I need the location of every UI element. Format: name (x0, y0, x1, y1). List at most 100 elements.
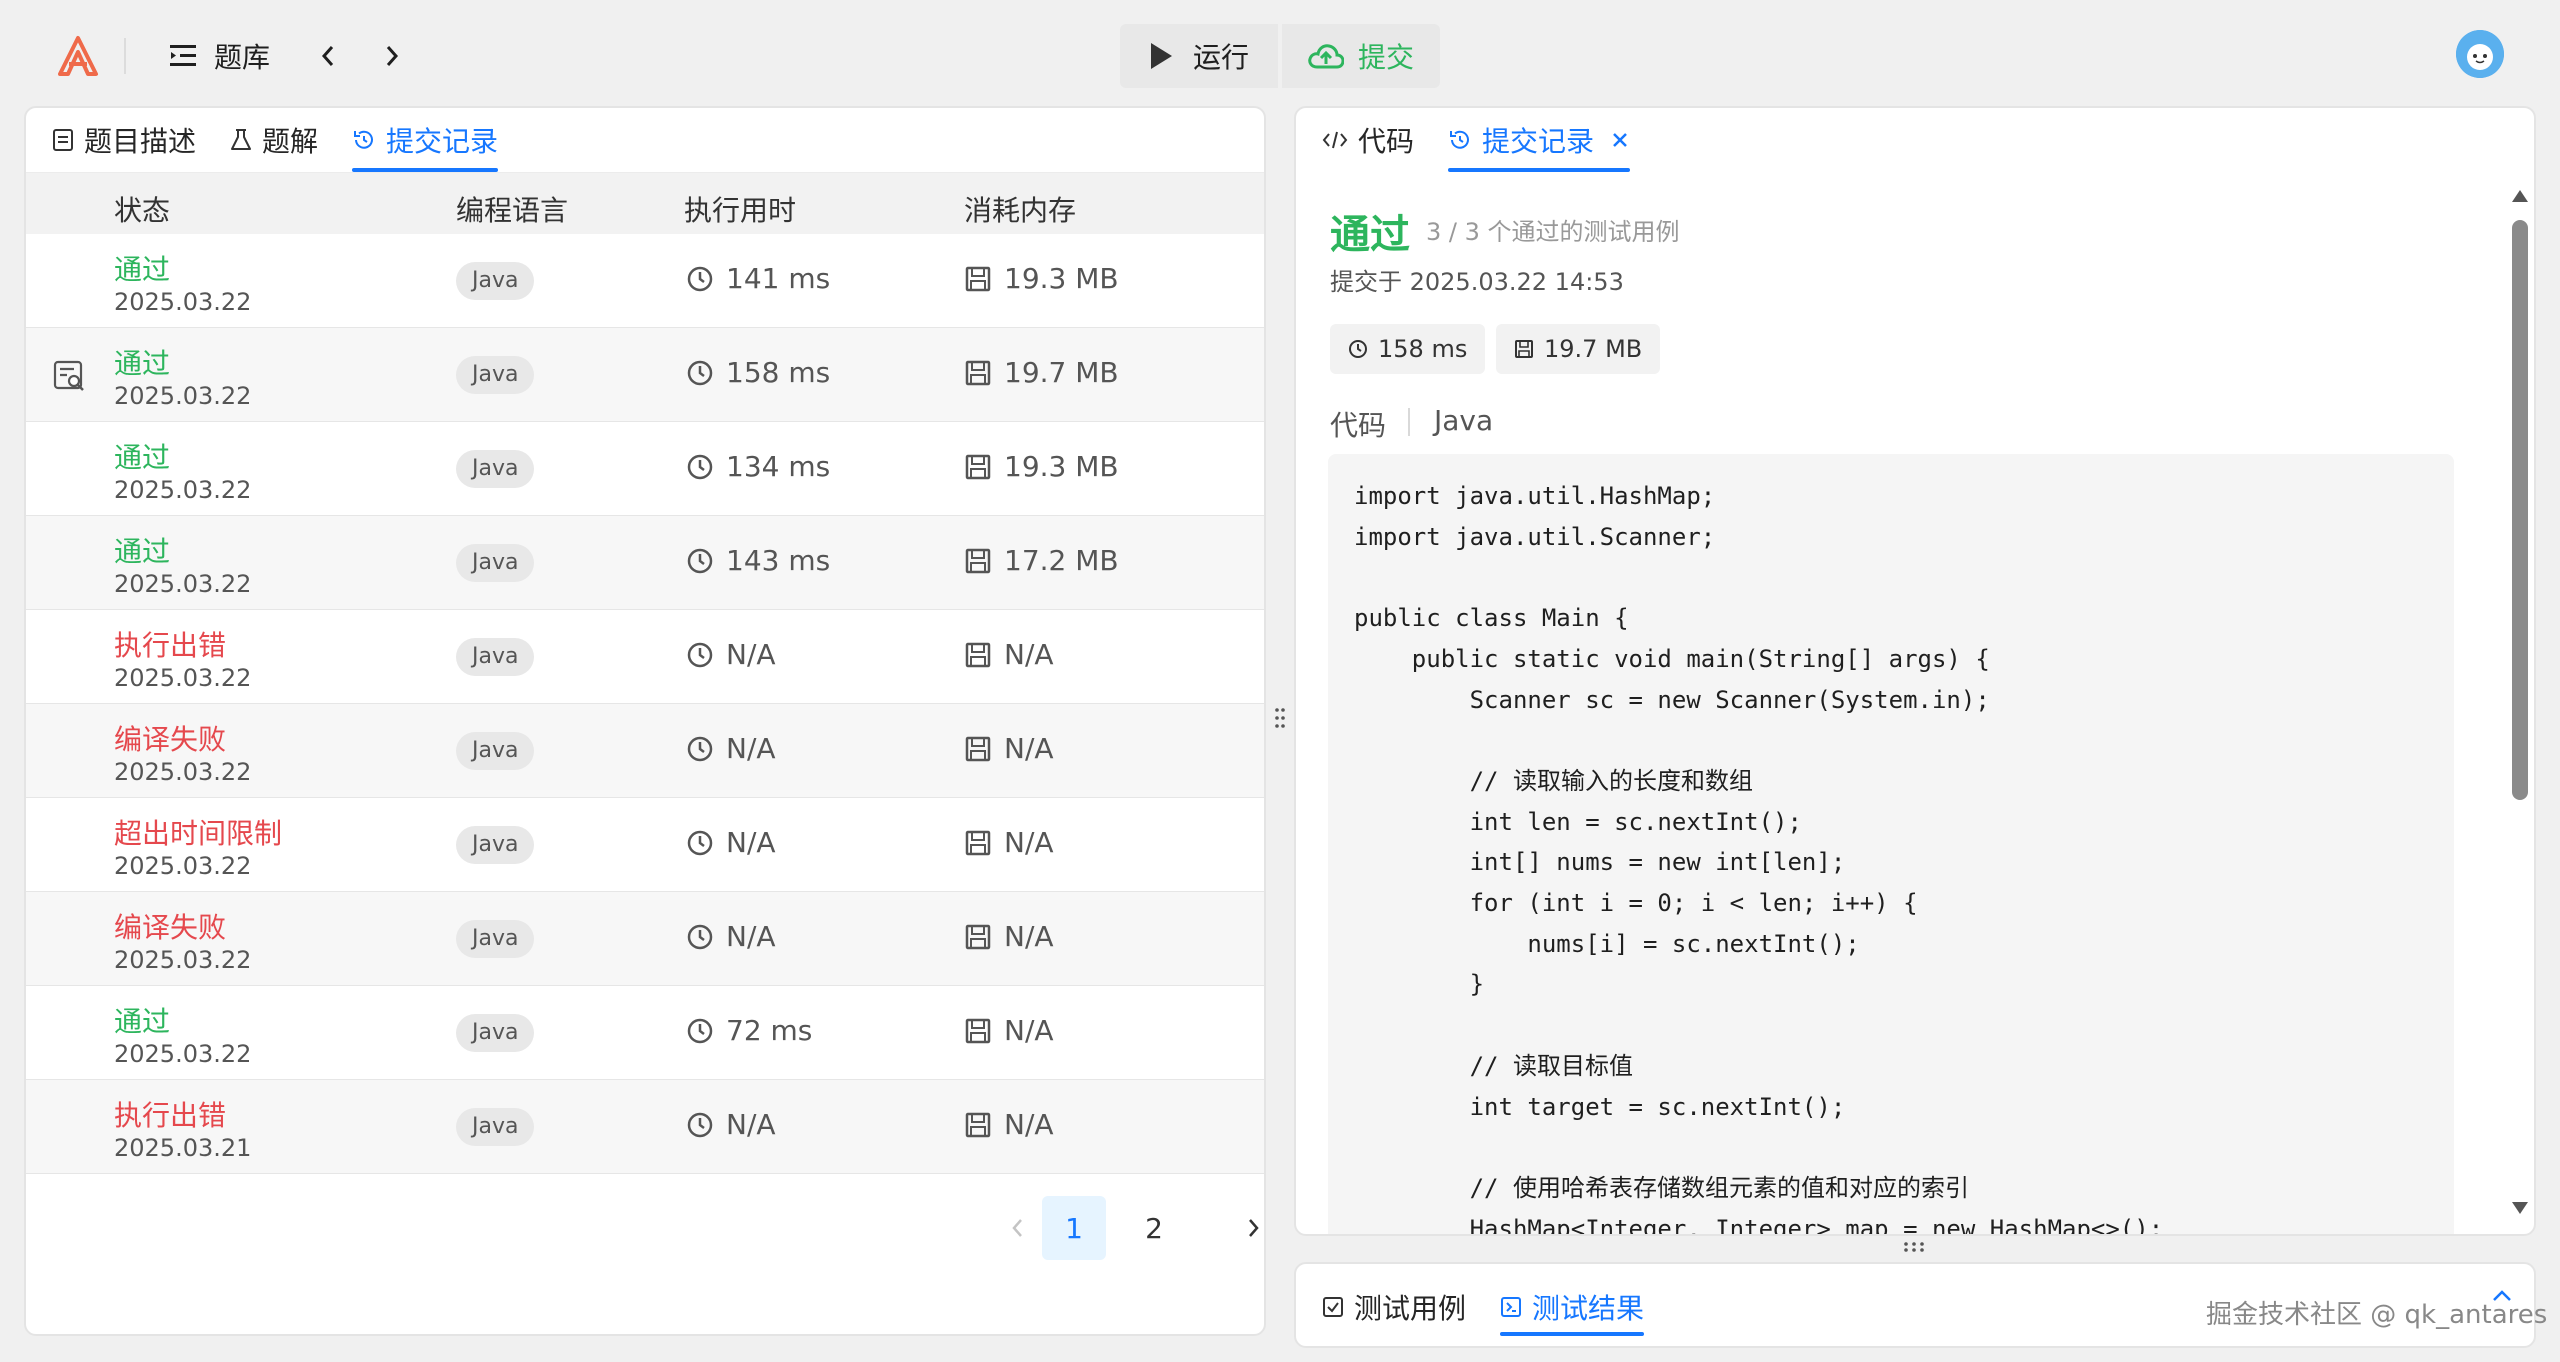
submission-status: 超出时间限制 (114, 817, 283, 850)
clock-icon (687, 548, 713, 573)
submission-status: 通过 (114, 1005, 171, 1038)
submission-status: 通过 (114, 535, 171, 568)
submission-date: 2025.03.21 (114, 1134, 252, 1162)
submissions-panel: 题目描述 题解 提交记录 状态 编程语言 执行用时 消耗内存 通过 2025.0… (24, 106, 1266, 1336)
tab-code[interactable]: 代码 (1322, 108, 1414, 172)
result-status: 通过 (1330, 212, 1410, 258)
table-row[interactable]: 编译失败 2025.03.22 Java N/A N/A (26, 892, 1264, 986)
tab-submissions[interactable]: 提交记录 (352, 108, 499, 172)
code-viewer[interactable]: import java.util.HashMap; import java.ut… (1328, 454, 2454, 1234)
submission-list: 通过 2025.03.22 Java 141 ms 19.3 MB 通过 202… (26, 234, 1264, 1174)
problem-bank-label: 题库 (214, 41, 271, 74)
table-row[interactable]: 执行出错 2025.03.21 Java N/A N/A (26, 1080, 1264, 1174)
submission-detail-panel: 代码 提交记录 通过 3 / 3 个通过的测试用例 提交于 2025.03.22… (1294, 106, 2536, 1236)
scrollbar-thumb[interactable] (2512, 220, 2528, 800)
submission-date: 2025.03.22 (114, 570, 252, 598)
code-label: 代码 (1330, 409, 1387, 442)
pagination-page-1[interactable]: 1 (1042, 1196, 1106, 1260)
view-details-icon[interactable] (52, 358, 88, 394)
memory-cell: 19.3 MB (964, 450, 1119, 483)
table-row[interactable]: 编译失败 2025.03.22 Java N/A N/A (26, 704, 1264, 798)
memory-value: 19.3 MB (1004, 450, 1119, 483)
memory-cell: N/A (964, 826, 1054, 859)
pagination-next-button[interactable] (1234, 1196, 1264, 1260)
horizontal-resize-handle[interactable] (1896, 1240, 1932, 1254)
tab-problem-description[interactable]: 题目描述 (52, 108, 196, 172)
submission-date: 2025.03.22 (114, 946, 252, 974)
runtime-value: 141 ms (726, 262, 831, 295)
memory-icon (965, 548, 991, 573)
clock-icon (687, 830, 713, 855)
run-label: 运行 (1192, 41, 1249, 74)
tab-solutions[interactable]: 题解 (230, 108, 318, 172)
runtime-cell: 158 ms (686, 356, 830, 389)
run-button[interactable]: 运行 (1120, 24, 1278, 88)
submission-date: 2025.03.22 (114, 288, 252, 316)
table-header: 状态 编程语言 执行用时 消耗内存 (26, 172, 1264, 234)
memory-icon (965, 1112, 991, 1137)
language-badge: Java (456, 732, 535, 770)
clock-icon (687, 1018, 713, 1043)
table-row[interactable]: 通过 2025.03.22 Java 72 ms N/A (26, 986, 1264, 1080)
runtime-cell: 72 ms (686, 1014, 812, 1047)
submission-status: 通过 (114, 441, 171, 474)
memory-chip: 19.7 MB (1496, 324, 1661, 374)
memory-icon (965, 924, 991, 949)
prev-problem-button[interactable] (312, 38, 344, 74)
left-tabs: 题目描述 题解 提交记录 (26, 108, 1264, 172)
runtime-value: 72 ms (726, 1014, 813, 1047)
history-icon (354, 130, 374, 149)
language-badge: Java (456, 1014, 535, 1052)
memory-cell: N/A (964, 1108, 1054, 1141)
runtime-value: N/A (726, 920, 776, 953)
submission-status: 通过 (114, 253, 171, 286)
code-icon (1322, 131, 1348, 149)
triangle-up-icon (2512, 190, 2528, 202)
memory-value: 19.7 MB (1004, 356, 1119, 389)
logo-icon[interactable] (56, 34, 100, 78)
clock-icon (687, 360, 713, 385)
memory-icon (965, 266, 991, 291)
close-icon[interactable] (1610, 130, 1630, 150)
pagination-page-2[interactable]: 2 (1122, 1196, 1186, 1260)
runtime-chip: 158 ms (1330, 324, 1486, 374)
memory-icon (1515, 340, 1533, 358)
memory-icon (965, 830, 991, 855)
next-problem-button[interactable] (376, 38, 408, 74)
submit-button[interactable]: 提交 (1282, 24, 1440, 88)
submission-time: 提交于 2025.03.22 14:53 (1330, 268, 1624, 296)
top-bar: 题库 运行 提交 (0, 0, 2560, 108)
column-header-runtime: 执行用时 (684, 194, 797, 227)
table-row[interactable]: 通过 2025.03.22 Java 158 ms 19.7 MB (26, 328, 1264, 422)
runtime-value: N/A (726, 826, 776, 859)
table-row[interactable]: 超出时间限制 2025.03.22 Java N/A N/A (26, 798, 1264, 892)
runtime-value: 134 ms (726, 450, 831, 483)
flask-icon (231, 129, 252, 150)
tab-test-cases[interactable]: 测试用例 (1322, 1264, 1466, 1346)
pagination-prev-button[interactable] (992, 1196, 1042, 1260)
memory-icon (965, 642, 991, 667)
language-badge: Java (456, 544, 535, 582)
table-row[interactable]: 通过 2025.03.22 Java 134 ms 19.3 MB (26, 422, 1264, 516)
scroll-down-arrow[interactable] (2510, 1200, 2530, 1216)
table-row[interactable]: 执行出错 2025.03.22 Java N/A N/A (26, 610, 1264, 704)
table-row[interactable]: 通过 2025.03.22 Java 143 ms 17.2 MB (26, 516, 1264, 610)
memory-icon (965, 1018, 991, 1043)
memory-cell: 19.7 MB (964, 356, 1119, 389)
tab-submission-record[interactable]: 提交记录 (1448, 108, 1631, 172)
tab-test-results[interactable]: 测试结果 (1500, 1264, 1645, 1346)
memory-icon (965, 736, 991, 761)
problem-bank-button[interactable]: 题库 (170, 32, 270, 80)
runtime-cell: N/A (686, 1108, 776, 1141)
memory-value: N/A (1004, 638, 1054, 671)
user-avatar[interactable] (2456, 30, 2504, 78)
clock-icon (687, 642, 713, 667)
submit-label: 提交 (1357, 41, 1414, 74)
submission-status: 通过 (114, 347, 171, 380)
vertical-resize-handle[interactable] (1272, 700, 1288, 736)
runtime-value: N/A (726, 732, 776, 765)
scroll-up-arrow[interactable] (2510, 188, 2530, 204)
memory-value: 17.2 MB (1004, 544, 1119, 577)
table-row[interactable]: 通过 2025.03.22 Java 141 ms 19.3 MB (26, 234, 1264, 328)
clock-icon (1349, 340, 1367, 358)
